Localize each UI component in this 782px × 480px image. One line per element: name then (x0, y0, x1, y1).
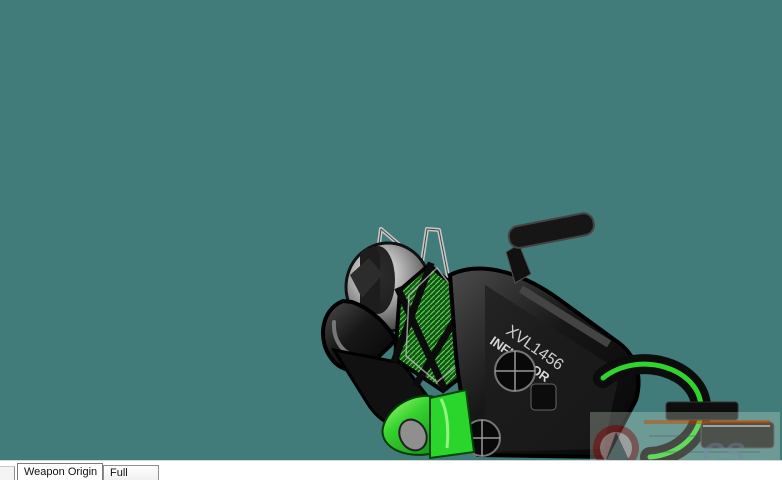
weapon-model[interactable]: XVL1456 INFLICTOR (0, 0, 782, 460)
watermark-text: CS (702, 436, 745, 460)
tab-weapon-origin-label: Weapon Origin (24, 466, 98, 478)
model-viewport[interactable]: XVL1456 INFLICTOR (0, 0, 782, 460)
tab-full-label: Full (110, 467, 128, 479)
watermark-logo: CS (590, 412, 780, 460)
view-tab-bar: Weapon Origin Full (0, 460, 782, 480)
tab-full[interactable]: Full (103, 465, 159, 480)
model-viewer-window: XVL1456 INFLICTOR (0, 0, 782, 480)
tab-scroll-edge (0, 466, 15, 480)
tab-weapon-origin[interactable]: Weapon Origin (17, 463, 103, 480)
